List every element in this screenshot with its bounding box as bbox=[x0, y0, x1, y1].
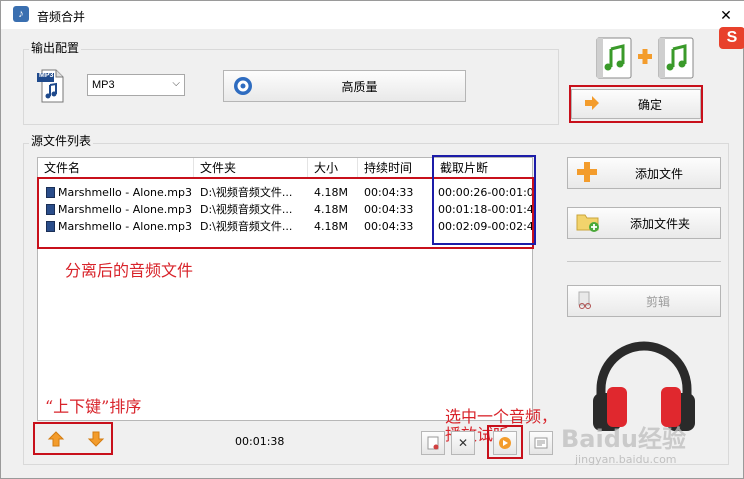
row-filename-text: Marshmello - Alone.mp3 bbox=[58, 203, 192, 216]
window-title: 音频合并 bbox=[37, 10, 86, 24]
confirm-button[interactable]: 确定 bbox=[571, 89, 701, 119]
scissors-icon bbox=[576, 290, 596, 313]
add-file-label: 添加文件 bbox=[634, 166, 683, 181]
arrow-down-icon bbox=[87, 431, 105, 447]
column-clip[interactable]: 截取片断 bbox=[434, 158, 534, 178]
remove-file-button[interactable] bbox=[421, 431, 445, 455]
clear-list-button[interactable]: ✕ bbox=[451, 431, 475, 455]
sogou-logo-letter: S bbox=[726, 29, 738, 46]
sort-hint-note: “上下键”排序 bbox=[45, 397, 142, 416]
table-row[interactable]: Marshmello - Alone.mp3 D:\视频音频文件... 4.18… bbox=[38, 201, 534, 218]
row-filename: Marshmello - Alone.mp3 bbox=[46, 218, 194, 235]
column-size[interactable]: 大小 bbox=[308, 158, 358, 178]
row-filename: Marshmello - Alone.mp3 bbox=[46, 184, 194, 201]
row-clip: 00:01:18-00:01:47 bbox=[438, 203, 534, 216]
row-folder: D:\视频音频文件... bbox=[200, 203, 293, 216]
mp3-file-icon bbox=[46, 221, 55, 232]
row-folder: D:\视频音频文件... bbox=[200, 220, 293, 233]
row-duration: 00:04:33 bbox=[364, 203, 414, 216]
cut-button[interactable]: 剪辑 bbox=[567, 285, 721, 317]
cut-label: 剪辑 bbox=[645, 294, 670, 309]
quality-label: 高质量 bbox=[341, 79, 378, 94]
close-icon: ✕ bbox=[457, 436, 469, 450]
close-icon[interactable]: ✕ bbox=[717, 7, 735, 24]
source-list-label: 源文件列表 bbox=[29, 132, 94, 149]
confirm-label: 确定 bbox=[637, 97, 662, 112]
mp3-file-icon bbox=[46, 187, 55, 198]
folder-add-icon bbox=[576, 211, 600, 236]
title-bar: ♪ 音频合并 ✕ bbox=[1, 1, 744, 29]
column-filename[interactable]: 文件名 bbox=[38, 158, 194, 178]
list-header: 文件名 文件夹 大小 持续时间 截取片断 bbox=[38, 158, 532, 178]
total-time: 00:01:38 bbox=[235, 435, 285, 448]
row-duration: 00:04:33 bbox=[364, 220, 414, 233]
row-filename-text: Marshmello - Alone.mp3 bbox=[58, 186, 192, 199]
mp3-badge-label: MP3 bbox=[39, 72, 54, 79]
column-folder[interactable]: 文件夹 bbox=[194, 158, 308, 178]
row-clip: 00:02:09-00:02:40 bbox=[438, 220, 534, 233]
row-folder: D:\视频音频文件... bbox=[200, 186, 293, 199]
row-size: 4.18M bbox=[314, 220, 348, 233]
move-up-button[interactable] bbox=[43, 426, 69, 452]
format-select[interactable]: MP3 ⌵ bbox=[87, 74, 185, 96]
properties-button[interactable] bbox=[529, 431, 553, 455]
sogou-logo-icon: S bbox=[719, 27, 744, 49]
audio-merge-window: ♪ 音频合并 ✕ S 输出配置 MP3 MP3 ⌵ 高质量 确定 源文件列表 文… bbox=[0, 0, 744, 479]
properties-icon bbox=[534, 437, 548, 449]
row-size: 4.18M bbox=[314, 203, 348, 216]
table-row[interactable]: Marshmello - Alone.mp3 D:\视频音频文件... 4.18… bbox=[38, 184, 534, 201]
table-row[interactable]: Marshmello - Alone.mp3 D:\视频音频文件... 4.18… bbox=[38, 218, 534, 235]
plus-icon bbox=[576, 161, 598, 186]
quality-gear-icon bbox=[232, 75, 254, 97]
merge-music-icon bbox=[595, 35, 695, 81]
baidu-url-watermark: jingyan.baidu.com bbox=[575, 453, 677, 466]
output-config-label: 输出配置 bbox=[29, 39, 82, 56]
arrow-right-icon bbox=[584, 95, 600, 113]
quality-button[interactable]: 高质量 bbox=[223, 70, 466, 102]
row-duration: 00:04:33 bbox=[364, 186, 414, 199]
row-filename: Marshmello - Alone.mp3 bbox=[46, 201, 194, 218]
mp3-file-icon bbox=[46, 204, 55, 215]
side-divider bbox=[567, 261, 721, 262]
play-preview-button[interactable] bbox=[493, 431, 517, 455]
column-duration[interactable]: 持续时间 bbox=[358, 158, 434, 178]
app-icon: ♪ bbox=[13, 6, 29, 22]
baidu-watermark: Baidu经验 bbox=[561, 425, 686, 453]
arrow-up-icon bbox=[47, 431, 65, 447]
add-file-button[interactable]: 添加文件 bbox=[567, 157, 721, 189]
add-folder-label: 添加文件夹 bbox=[629, 216, 690, 231]
file-remove-icon bbox=[427, 436, 439, 450]
chevron-down-icon: ⌵ bbox=[172, 78, 180, 89]
row-clip: 00:00:26-00:01:04 bbox=[438, 186, 534, 199]
row-filename-text: Marshmello - Alone.mp3 bbox=[58, 220, 192, 233]
format-select-value: MP3 bbox=[92, 79, 115, 91]
move-down-button[interactable] bbox=[83, 426, 109, 452]
row-size: 4.18M bbox=[314, 186, 348, 199]
source-file-list[interactable]: 文件名 文件夹 大小 持续时间 截取片断 Marshmello - Alone.… bbox=[37, 157, 534, 421]
add-folder-button[interactable]: 添加文件夹 bbox=[567, 207, 721, 239]
play-icon bbox=[499, 437, 511, 449]
separated-files-note: 分离后的音频文件 bbox=[65, 261, 194, 280]
